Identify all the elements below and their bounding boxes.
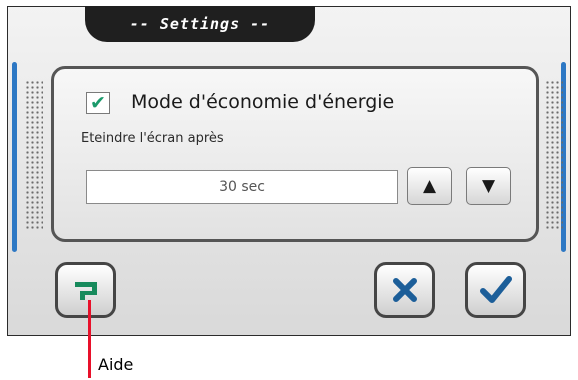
left-grip-dots [25,80,43,230]
help-icon [74,282,97,300]
callout-label: Aide [98,355,134,374]
help-button[interactable] [55,262,116,318]
cancel-button[interactable] [374,262,435,318]
callout-leader-line [88,300,91,378]
screen-off-value-field[interactable]: 30 sec [86,170,398,204]
close-icon [392,278,417,302]
checkmark-icon: ✔ [90,91,106,114]
left-accent-bar [12,62,17,252]
checkmark-icon [479,276,512,303]
right-grip-dots [545,80,563,230]
title-tab: -- Settings -- [85,6,315,42]
dialog-title: -- Settings -- [129,15,271,33]
arrow-up-icon: ▲ [422,176,437,196]
screen-off-label: Eteindre l'écran après [81,131,224,146]
power-saving-checkbox[interactable]: ✔ [86,92,110,114]
power-saving-label: Mode d'économie d'énergie [131,91,395,113]
ok-button[interactable] [465,262,526,318]
increase-button[interactable]: ▲ [407,167,452,205]
arrow-down-icon: ▼ [481,176,496,196]
screen-off-value: 30 sec [219,179,265,195]
decrease-button[interactable]: ▼ [466,167,511,205]
